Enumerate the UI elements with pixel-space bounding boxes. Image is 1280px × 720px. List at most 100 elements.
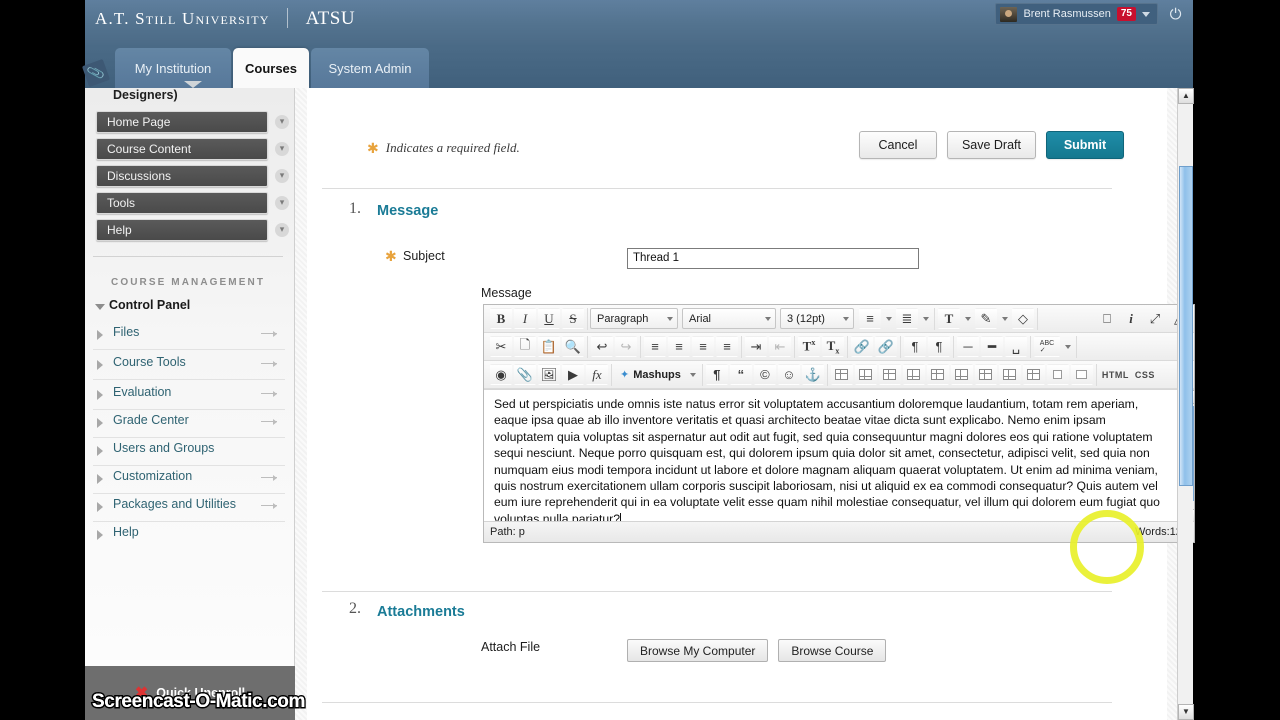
scrollbar-thumb[interactable]	[1179, 166, 1193, 486]
attachment-paperclip-icon[interactable]: 📎	[514, 364, 536, 385]
align-justify-icon[interactable]: ≡	[716, 336, 738, 357]
format-select[interactable]: Paragraph	[590, 308, 678, 329]
chevron-down-icon[interactable]	[688, 364, 699, 385]
page-scrollbar[interactable]: ▲ ▼	[1177, 88, 1194, 720]
table-merge-cells-icon[interactable]	[1046, 364, 1069, 385]
control-panel-label[interactable]: Control Panel	[109, 298, 190, 312]
notification-badge[interactable]: 75	[1116, 7, 1136, 21]
underline-button[interactable]: U	[538, 308, 560, 329]
mashups-button[interactable]: ✦ Mashups	[615, 364, 686, 385]
smiley-icon[interactable]: ☺	[777, 364, 800, 385]
sidebar-item-grade-center[interactable]: Grade Center	[85, 409, 295, 437]
sidebar-item-course-content[interactable]: Course Content	[96, 138, 268, 160]
cut-scissors-icon[interactable]: ✂	[490, 336, 512, 357]
table-insert-row-after-icon[interactable]	[926, 364, 949, 385]
tab-my-institution[interactable]: My Institution	[115, 48, 231, 88]
chevron-down-icon[interactable]	[920, 308, 931, 329]
sidebar-item-customization[interactable]: Customization	[85, 465, 295, 493]
browse-course-button[interactable]: Browse Course	[778, 639, 887, 662]
scroll-up-icon[interactable]: ▲	[1178, 88, 1194, 104]
ltr-paragraph-icon[interactable]: ¶	[904, 336, 926, 357]
expand-icon[interactable]: ⤢	[1144, 308, 1166, 329]
table-cell-props-icon[interactable]	[878, 364, 901, 385]
bold-button[interactable]: B	[490, 308, 512, 329]
css-button[interactable]: CSS	[1132, 370, 1158, 380]
thin-rule-icon[interactable]: ─	[957, 336, 979, 357]
chevron-down-icon[interactable]: ▾	[275, 169, 289, 183]
align-center-icon[interactable]: ≡	[668, 336, 690, 357]
subscript-icon[interactable]: Tx	[822, 336, 844, 357]
chevron-down-icon[interactable]: ▾	[275, 115, 289, 129]
copyright-icon[interactable]: ©	[753, 364, 776, 385]
user-menu[interactable]: Brent Rasmussen 75	[995, 3, 1158, 25]
search-icon[interactable]: 🔍	[562, 336, 584, 357]
info-icon[interactable]: i	[1120, 308, 1142, 329]
chevron-down-icon[interactable]	[962, 308, 973, 329]
nonbreaking-space-icon[interactable]: ␣	[1005, 336, 1027, 357]
superscript-icon[interactable]: Tx	[798, 336, 820, 357]
spellcheck-icon[interactable]: ABC ✓	[1034, 336, 1060, 357]
link-icon[interactable]: 🔗	[851, 336, 873, 357]
sidebar-item-files[interactable]: Files	[85, 321, 295, 349]
insert-table-icon[interactable]	[830, 364, 853, 385]
bullet-list-icon[interactable]: ≡	[859, 308, 881, 329]
align-right-icon[interactable]: ≡	[692, 336, 714, 357]
video-icon[interactable]: ▶	[562, 364, 584, 385]
record-icon[interactable]: ◉	[490, 364, 512, 385]
indent-icon[interactable]: ⇥	[745, 336, 767, 357]
cancel-button[interactable]: Cancel	[858, 131, 937, 159]
highlight-icon[interactable]: ✎	[975, 308, 997, 329]
submit-button[interactable]: Submit	[1046, 131, 1124, 159]
chevron-down-icon[interactable]	[95, 304, 105, 310]
sidebar-item-packages-and-utilities[interactable]: Packages and Utilities	[85, 493, 295, 521]
sidebar-item-home-page[interactable]: Home Page	[96, 111, 268, 133]
sidebar-item-help-management[interactable]: Help	[85, 521, 295, 549]
pilcrow-icon[interactable]: ¶	[705, 364, 728, 385]
table-row-props-icon[interactable]	[854, 364, 877, 385]
unlink-icon[interactable]: 🔗	[875, 336, 897, 357]
rtl-paragraph-icon[interactable]: ¶	[928, 336, 950, 357]
table-delete-row-icon[interactable]	[950, 364, 973, 385]
strikethrough-button[interactable]: S	[562, 308, 584, 329]
logout-power-icon[interactable]: ⏻	[1166, 5, 1185, 24]
table-insert-col-after-icon[interactable]	[998, 364, 1021, 385]
chevron-down-icon[interactable]	[999, 308, 1010, 329]
sidebar-item-discussions[interactable]: Discussions	[96, 165, 268, 187]
font-family-select[interactable]: Arial	[682, 308, 776, 329]
chevron-down-icon[interactable]	[883, 308, 894, 329]
preview-icon[interactable]: ⎕	[1096, 308, 1118, 329]
sidebar-item-course-tools[interactable]: Course Tools	[85, 351, 295, 379]
sidebar-item-evaluation[interactable]: Evaluation	[85, 381, 295, 409]
chevron-down-icon[interactable]	[1062, 336, 1073, 357]
thick-rule-icon[interactable]: ━	[981, 336, 1003, 357]
sidebar-item-help[interactable]: Help	[96, 219, 268, 241]
table-split-cells-icon[interactable]	[1070, 364, 1093, 385]
italic-button[interactable]: I	[514, 308, 536, 329]
table-delete-col-icon[interactable]	[1022, 364, 1045, 385]
chevron-down-icon[interactable]: ▾	[275, 142, 289, 156]
numbered-list-icon[interactable]: ≣	[896, 308, 918, 329]
scroll-down-icon[interactable]: ▼	[1178, 704, 1194, 720]
text-color-icon[interactable]: T	[938, 308, 960, 329]
subject-input[interactable]: Thread 1	[627, 248, 919, 269]
image-icon[interactable]: 🖼	[538, 364, 560, 385]
tab-courses[interactable]: Courses	[233, 48, 309, 88]
table-insert-col-before-icon[interactable]	[974, 364, 997, 385]
editor-body-text[interactable]: Sed ut perspiciatis unde omnis iste natu…	[494, 396, 1166, 523]
paste-icon[interactable]: 📋	[538, 336, 560, 357]
chevron-down-icon[interactable]: ▾	[275, 196, 289, 210]
editor-content-area[interactable]: Sed ut perspiciatis unde omnis iste natu…	[484, 389, 1195, 523]
anchor-icon[interactable]: ⚓	[801, 364, 824, 385]
formula-icon[interactable]: fx	[586, 364, 608, 385]
align-left-icon[interactable]: ≡	[644, 336, 666, 357]
save-draft-button[interactable]: Save Draft	[946, 131, 1036, 159]
outdent-icon[interactable]: ⇤	[769, 336, 791, 357]
chevron-down-icon[interactable]: ▾	[275, 223, 289, 237]
copy-icon[interactable]: 🗋	[514, 336, 536, 357]
table-insert-row-before-icon[interactable]	[902, 364, 925, 385]
redo-icon[interactable]: ↪	[615, 336, 637, 357]
sidebar-item-users-and-groups[interactable]: Users and Groups	[85, 437, 295, 465]
html-button[interactable]: HTML	[1099, 370, 1132, 380]
quote-icon[interactable]: “	[729, 364, 752, 385]
browse-my-computer-button[interactable]: Browse My Computer	[627, 639, 769, 662]
